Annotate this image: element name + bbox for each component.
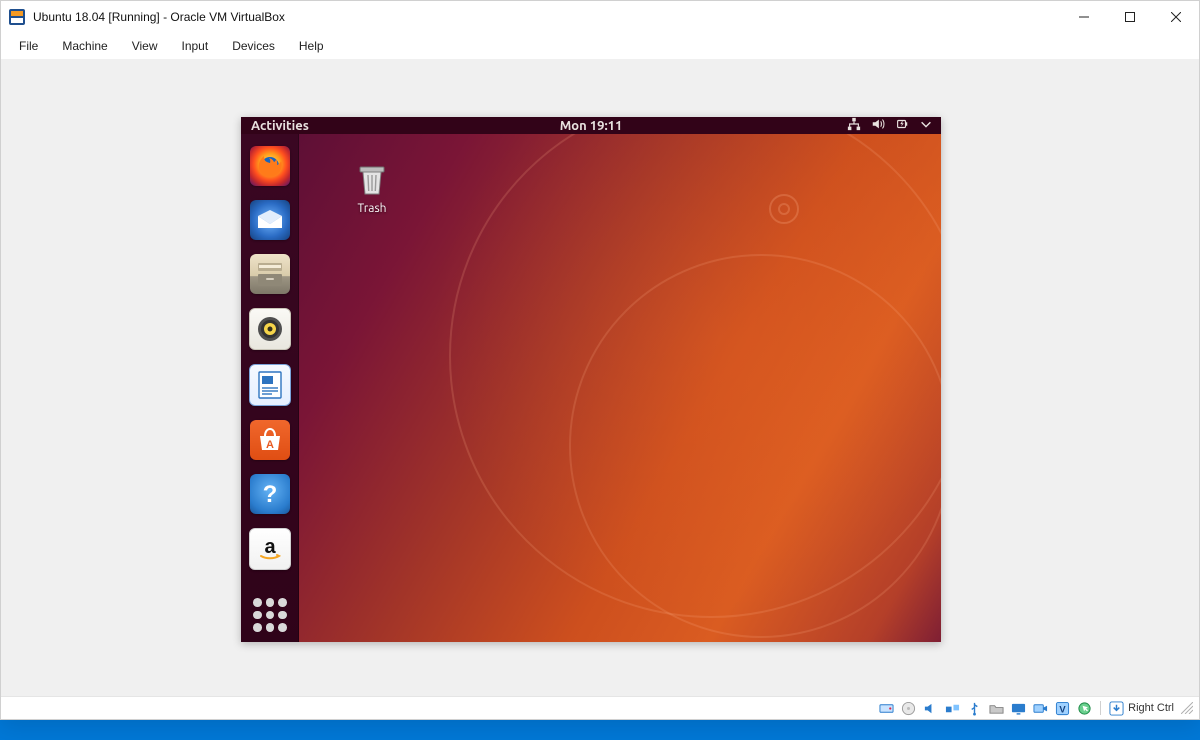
virtualbox-app-icon: [9, 9, 25, 25]
window-titlebar[interactable]: Ubuntu 18.04 [Running] - Oracle VM Virtu…: [1, 1, 1199, 33]
resize-grip-icon[interactable]: [1181, 702, 1193, 714]
workspace: A ? a: [241, 134, 941, 642]
dock-thunderbird[interactable]: [250, 200, 290, 240]
dock: A ? a: [241, 134, 299, 642]
svg-text:a: a: [264, 536, 276, 558]
status-optical-icon[interactable]: [900, 700, 917, 717]
guest-display[interactable]: Activities Mon 19:11: [241, 117, 941, 642]
window-title: Ubuntu 18.04 [Running] - Oracle VM Virtu…: [33, 10, 1061, 24]
minimize-button[interactable]: [1061, 1, 1107, 33]
dock-amazon[interactable]: a: [249, 528, 291, 570]
dock-writer[interactable]: [249, 364, 291, 406]
menubar: File Machine View Input Devices Help: [1, 33, 1199, 59]
status-features-icon[interactable]: V: [1054, 700, 1071, 717]
status-divider: [1100, 701, 1101, 715]
status-network-icon[interactable]: [944, 700, 961, 717]
status-audio-icon[interactable]: [922, 700, 939, 717]
gnome-top-bar[interactable]: Activities Mon 19:11: [241, 117, 941, 134]
vm-status-bar: V Right Ctrl: [1, 696, 1199, 719]
vm-client-area: Activities Mon 19:11: [1, 59, 1199, 696]
dock-firefox[interactable]: [250, 146, 290, 186]
dock-rhythmbox[interactable]: [249, 308, 291, 350]
clock[interactable]: Mon 19:11: [560, 119, 623, 133]
hostkey-arrow-icon: [1108, 700, 1125, 717]
network-icon[interactable]: [847, 117, 861, 134]
svg-text:A: A: [266, 439, 274, 451]
status-display-icon[interactable]: [1010, 700, 1027, 717]
menu-machine[interactable]: Machine: [50, 36, 119, 56]
trash-icon: [350, 156, 394, 200]
status-recording-icon[interactable]: [1032, 700, 1049, 717]
dock-help[interactable]: ?: [250, 474, 290, 514]
maximize-button[interactable]: [1107, 1, 1153, 33]
menu-input[interactable]: Input: [170, 36, 221, 56]
wallpaper-accent-icon: [769, 194, 799, 224]
desktop-icon-trash[interactable]: Trash: [335, 156, 409, 215]
volume-icon[interactable]: [871, 117, 885, 134]
menu-help[interactable]: Help: [287, 36, 336, 56]
menu-devices[interactable]: Devices: [220, 36, 287, 56]
svg-text:?: ?: [263, 481, 278, 508]
battery-icon[interactable]: [895, 117, 909, 134]
host-key-indicator[interactable]: Right Ctrl: [1108, 700, 1174, 717]
desktop-icon-label: Trash: [357, 202, 386, 215]
status-shared-folders-icon[interactable]: [988, 700, 1005, 717]
activities-button[interactable]: Activities: [251, 119, 309, 133]
virtualbox-window: Ubuntu 18.04 [Running] - Oracle VM Virtu…: [0, 0, 1200, 720]
svg-text:V: V: [1060, 704, 1067, 714]
dock-files[interactable]: [250, 254, 290, 294]
menu-file[interactable]: File: [7, 36, 50, 56]
show-applications-button[interactable]: [253, 598, 287, 632]
close-button[interactable]: [1153, 1, 1199, 33]
status-mouse-integration-icon[interactable]: [1076, 700, 1093, 717]
menu-view[interactable]: View: [120, 36, 170, 56]
system-tray[interactable]: [847, 117, 933, 134]
hostkey-label: Right Ctrl: [1128, 702, 1174, 714]
status-hard-disk-icon[interactable]: [878, 700, 895, 717]
chevron-down-icon[interactable]: [919, 117, 933, 134]
status-usb-icon[interactable]: [966, 700, 983, 717]
dock-ubuntu-software[interactable]: A: [250, 420, 290, 460]
desktop-wallpaper[interactable]: Trash: [299, 134, 941, 642]
